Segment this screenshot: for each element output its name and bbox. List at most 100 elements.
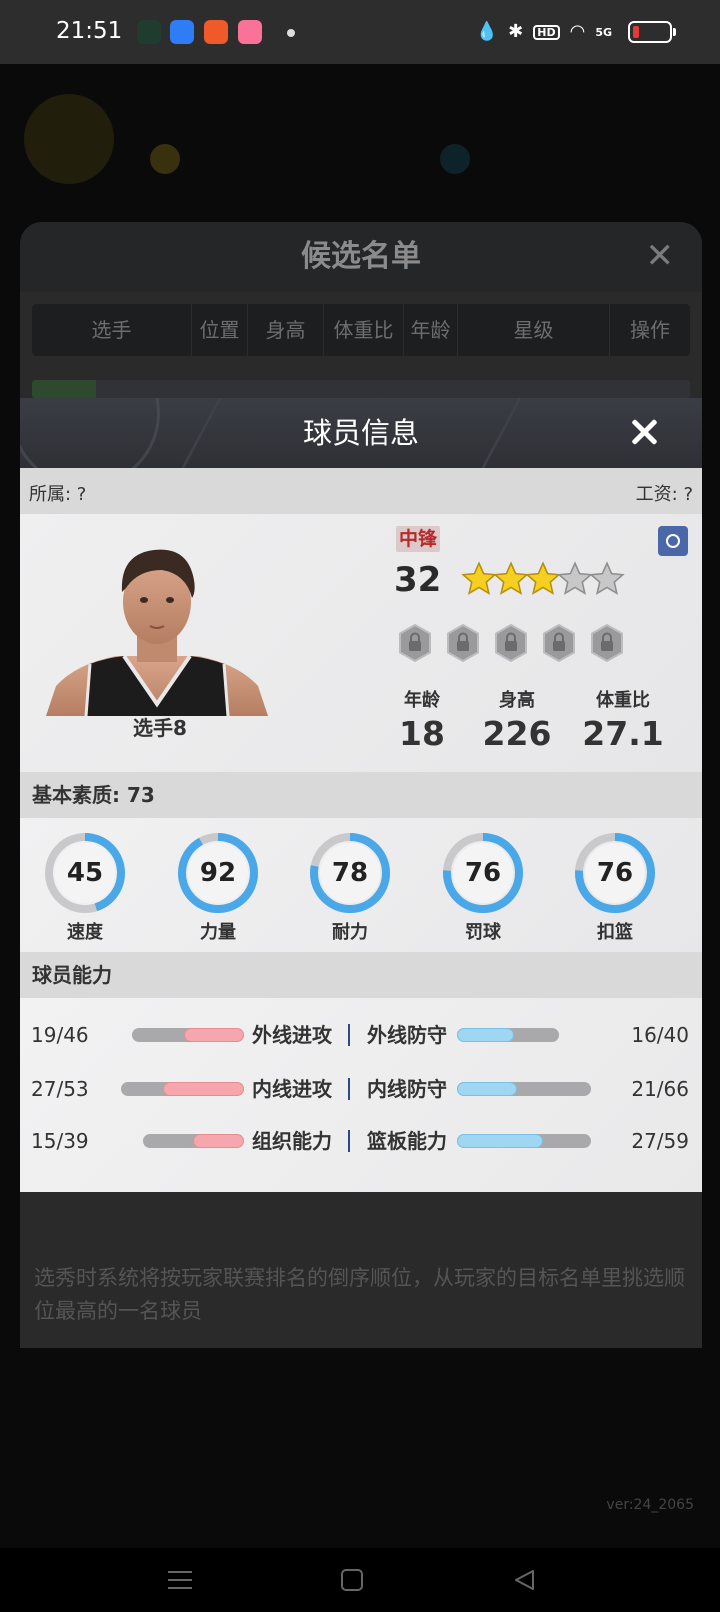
attribute-value: 76	[596, 858, 634, 888]
attribute-ring: 78 耐力	[305, 830, 395, 944]
battery-icon	[628, 21, 676, 43]
salary-text: 工资: ?	[635, 484, 693, 505]
water-drop-icon: 💧	[475, 21, 499, 42]
column-height[interactable]: 身高	[248, 304, 324, 356]
ability-left-value: 27/53	[31, 1077, 89, 1101]
ability-left-label: 外线进攻	[252, 1023, 332, 1047]
close-icon[interactable]	[626, 414, 662, 450]
ability-right-bar	[457, 1134, 591, 1148]
player-rating: 32	[394, 560, 442, 600]
cellular-signal-icon: 5G	[595, 25, 612, 39]
star-rating	[460, 560, 625, 598]
attribute-ring: 76 扣篮	[570, 830, 660, 944]
ability-divider	[348, 1024, 350, 1046]
ability-divider	[348, 1078, 350, 1100]
candidate-list-close-button[interactable]: ✕	[646, 236, 675, 276]
wifi-icon: ◠	[569, 21, 586, 42]
column-stars[interactable]: 星级	[458, 304, 610, 356]
attribute-value: 78	[331, 858, 369, 888]
column-position[interactable]: 位置	[192, 304, 248, 356]
column-player[interactable]: 选手	[32, 304, 192, 356]
bilibili-app-icon	[238, 20, 262, 44]
draft-hint-text: 选秀时系统将按玩家联赛排名的倒序顺位，从玩家的目标名单里挑选顺位最高的一名球员	[34, 1266, 685, 1323]
column-weight-ratio[interactable]: 体重比	[324, 304, 404, 356]
table-row[interactable]	[32, 380, 690, 398]
column-age[interactable]: 年龄	[404, 304, 458, 356]
lock-icon[interactable]	[398, 624, 432, 662]
ability-left-bar	[143, 1134, 244, 1148]
stat-age-value: 18	[399, 714, 445, 753]
attribute-value: 45	[66, 858, 104, 888]
ability-right-label: 内线防守	[367, 1077, 447, 1101]
lock-icon[interactable]	[542, 624, 576, 662]
stat-age: 年龄 18	[392, 686, 452, 753]
ability-row: 27/53 内线进攻 内线防守 21/66	[20, 1074, 702, 1104]
home-icon	[341, 1569, 363, 1591]
ability-left-bar	[121, 1082, 244, 1096]
attribute-ring: 92 力量	[173, 830, 263, 944]
status-bar: 21:51 💧 ✱ HD ◠ 5G	[0, 0, 720, 64]
attribute-ring: 76 罚球	[438, 830, 528, 944]
home-nav-button[interactable]	[332, 1560, 372, 1600]
dialog-title: 球员信息	[302, 416, 419, 450]
player-profile: 选手8 中锋 32 年龄 18 身高 226 体重比 27.1	[20, 514, 702, 772]
attribute-value: 76	[464, 858, 502, 888]
player-portrait	[46, 549, 268, 716]
ability-row: 15/39 组织能力 篮板能力 27/59	[20, 1126, 702, 1156]
search-icon	[666, 534, 680, 548]
ability-right-bar	[457, 1082, 591, 1096]
ability-left-label: 组织能力	[252, 1129, 332, 1153]
ability-divider	[348, 1130, 350, 1152]
affiliation-text: 所属: ?	[29, 484, 87, 505]
lock-icon[interactable]	[494, 624, 528, 662]
attribute-label: 罚球	[465, 922, 501, 943]
ability-left-value: 15/39	[31, 1129, 89, 1153]
ability-right-bar	[457, 1028, 559, 1042]
clock: 21:51	[56, 18, 123, 44]
shield-app-icon	[137, 20, 161, 44]
bluetooth-icon: ✱	[508, 21, 524, 42]
star-empty-icon	[589, 561, 625, 595]
attribute-label: 扣篮	[597, 922, 633, 943]
attribute-label: 力量	[200, 922, 236, 943]
stat-height-label: 身高	[499, 690, 535, 711]
stat-height: 身高 226	[482, 686, 552, 753]
player-info-dialog: 球员信息 所属: ? 工资: ? 选手8 中锋 32 年龄 18 身高 226 …	[20, 398, 702, 1192]
dialog-header: 球员信息	[20, 398, 702, 488]
ability-row: 19/46 外线进攻 外线防守 16/40	[20, 1020, 702, 1050]
search-button[interactable]	[658, 526, 688, 556]
column-actions[interactable]: 操作	[610, 304, 690, 356]
ability-right-bar-fill	[457, 1082, 517, 1096]
basic-quality-heading: 基本素质: 73	[20, 772, 702, 818]
navigation-bar	[0, 1548, 720, 1612]
position-badge: 中锋	[396, 526, 441, 552]
player-name: 选手8	[133, 716, 187, 740]
ability-left-value: 19/46	[31, 1023, 89, 1047]
locked-slots	[398, 624, 624, 662]
stat-weight-ratio: 体重比 27.1	[580, 686, 666, 753]
stat-weight-ratio-value: 27.1	[582, 714, 664, 753]
ability-right-bar-fill	[457, 1134, 543, 1148]
ability-right-bar-fill	[457, 1028, 514, 1042]
attribute-value: 92	[199, 858, 237, 888]
abilities-panel: 19/46 外线进攻 外线防守 16/40 27/53 内线进攻 内线防守 21/66 15/3…	[20, 998, 702, 1192]
weather-app-icon	[170, 20, 194, 44]
attribute-ring: 45 速度	[40, 830, 130, 944]
hd-icon: HD	[533, 24, 560, 40]
lock-icon[interactable]	[446, 624, 480, 662]
ability-right-value: 21/66	[631, 1077, 689, 1101]
stat-height-value: 226	[482, 714, 552, 753]
lock-icon[interactable]	[590, 624, 624, 662]
ability-right-value: 27/59	[631, 1129, 689, 1153]
ability-right-value: 16/40	[631, 1023, 689, 1047]
notification-dot	[287, 29, 295, 37]
candidate-table-header: 选手 位置 身高 体重比 年龄 星级 操作	[32, 304, 690, 356]
attribute-label: 速度	[67, 922, 103, 943]
abilities-heading: 球员能力	[20, 952, 702, 998]
attribute-label: 耐力	[332, 922, 368, 943]
ability-left-bar-fill	[193, 1134, 244, 1148]
menu-icon	[168, 1571, 192, 1589]
candidate-list-title: 候选名单	[20, 222, 702, 292]
menu-nav-button[interactable]	[160, 1560, 200, 1600]
back-nav-button[interactable]	[504, 1560, 544, 1600]
